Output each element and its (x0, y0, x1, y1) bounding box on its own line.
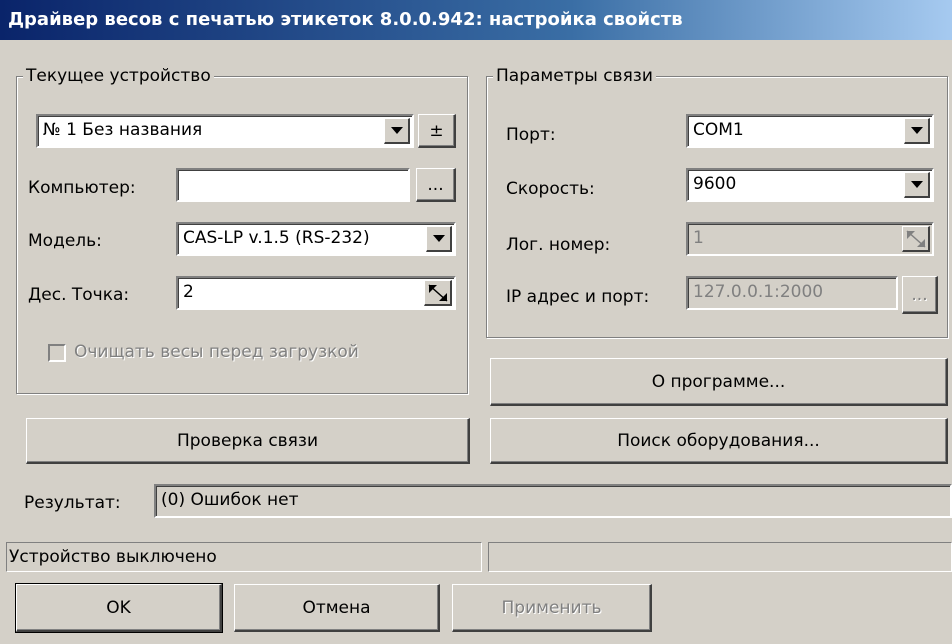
result-label: Результат: (24, 493, 121, 513)
port-dropdown-button[interactable] (904, 118, 930, 144)
device-add-remove-button[interactable]: ± (418, 114, 456, 148)
status-panel-right (488, 542, 952, 572)
spin-arrows-icon (906, 229, 925, 248)
computer-input[interactable] (176, 168, 410, 202)
device-select[interactable]: № 1 Без названия (36, 114, 414, 148)
check-connection-button[interactable]: Проверка связи (26, 418, 470, 464)
port-select[interactable]: COM1 (686, 114, 934, 148)
model-label: Модель: (28, 231, 102, 251)
chevron-down-icon (910, 127, 923, 134)
window-title: Драйвер весов с печатью этикеток 8.0.0.9… (0, 0, 952, 40)
model-dropdown-button[interactable] (426, 226, 452, 252)
port-select-value: COM1 (693, 120, 744, 140)
decimal-spinner[interactable]: 2 (176, 276, 456, 310)
chevron-down-icon (910, 181, 923, 188)
cancel-button[interactable]: Отмена (234, 584, 440, 632)
speed-select-value: 9600 (693, 174, 737, 194)
log-number-value: 1 (693, 228, 704, 248)
device-select-value: № 1 Без названия (43, 120, 203, 140)
computer-browse-button[interactable]: ... (416, 168, 456, 202)
log-number-spinner[interactable]: 1 (686, 222, 934, 256)
chevron-down-icon (390, 127, 403, 134)
ok-button[interactable]: OK (15, 583, 223, 633)
decimal-label: Дес. Точка: (28, 285, 130, 305)
clear-scales-label: Очищать весы перед загрузкой (74, 342, 359, 362)
apply-button[interactable]: Применить (452, 584, 652, 632)
chevron-down-icon (432, 235, 445, 242)
decimal-spin-button[interactable] (424, 280, 452, 306)
port-label: Порт: (506, 125, 556, 145)
device-dropdown-button[interactable] (384, 118, 410, 144)
about-button[interactable]: О программе... (490, 358, 948, 406)
log-number-spin-button[interactable] (902, 226, 930, 252)
current-device-legend: Текущее устройство (23, 65, 214, 87)
clear-scales-checkbox[interactable] (48, 344, 66, 362)
ip-browse-button[interactable]: ... (902, 276, 938, 314)
computer-label: Компьютер: (28, 178, 136, 198)
ip-input[interactable]: 127.0.0.1:2000 (686, 276, 898, 310)
model-select[interactable]: CAS-LP v.1.5 (RS-232) (176, 222, 456, 256)
status-panel-left: Устройство выключено (6, 542, 482, 572)
model-select-value: CAS-LP v.1.5 (RS-232) (183, 228, 370, 248)
speed-dropdown-button[interactable] (904, 172, 930, 198)
ip-label: IP адрес и порт: (506, 287, 650, 307)
log-number-label: Лог. номер: (506, 235, 611, 255)
result-output: (0) Ошибок нет (154, 484, 952, 518)
connection-params-legend: Параметры связи (493, 65, 656, 87)
decimal-value: 2 (183, 282, 194, 302)
speed-select[interactable]: 9600 (686, 168, 934, 202)
search-equipment-button[interactable]: Поиск оборудования... (490, 418, 948, 464)
spin-arrows-icon (428, 283, 447, 302)
speed-label: Скорость: (506, 179, 595, 199)
